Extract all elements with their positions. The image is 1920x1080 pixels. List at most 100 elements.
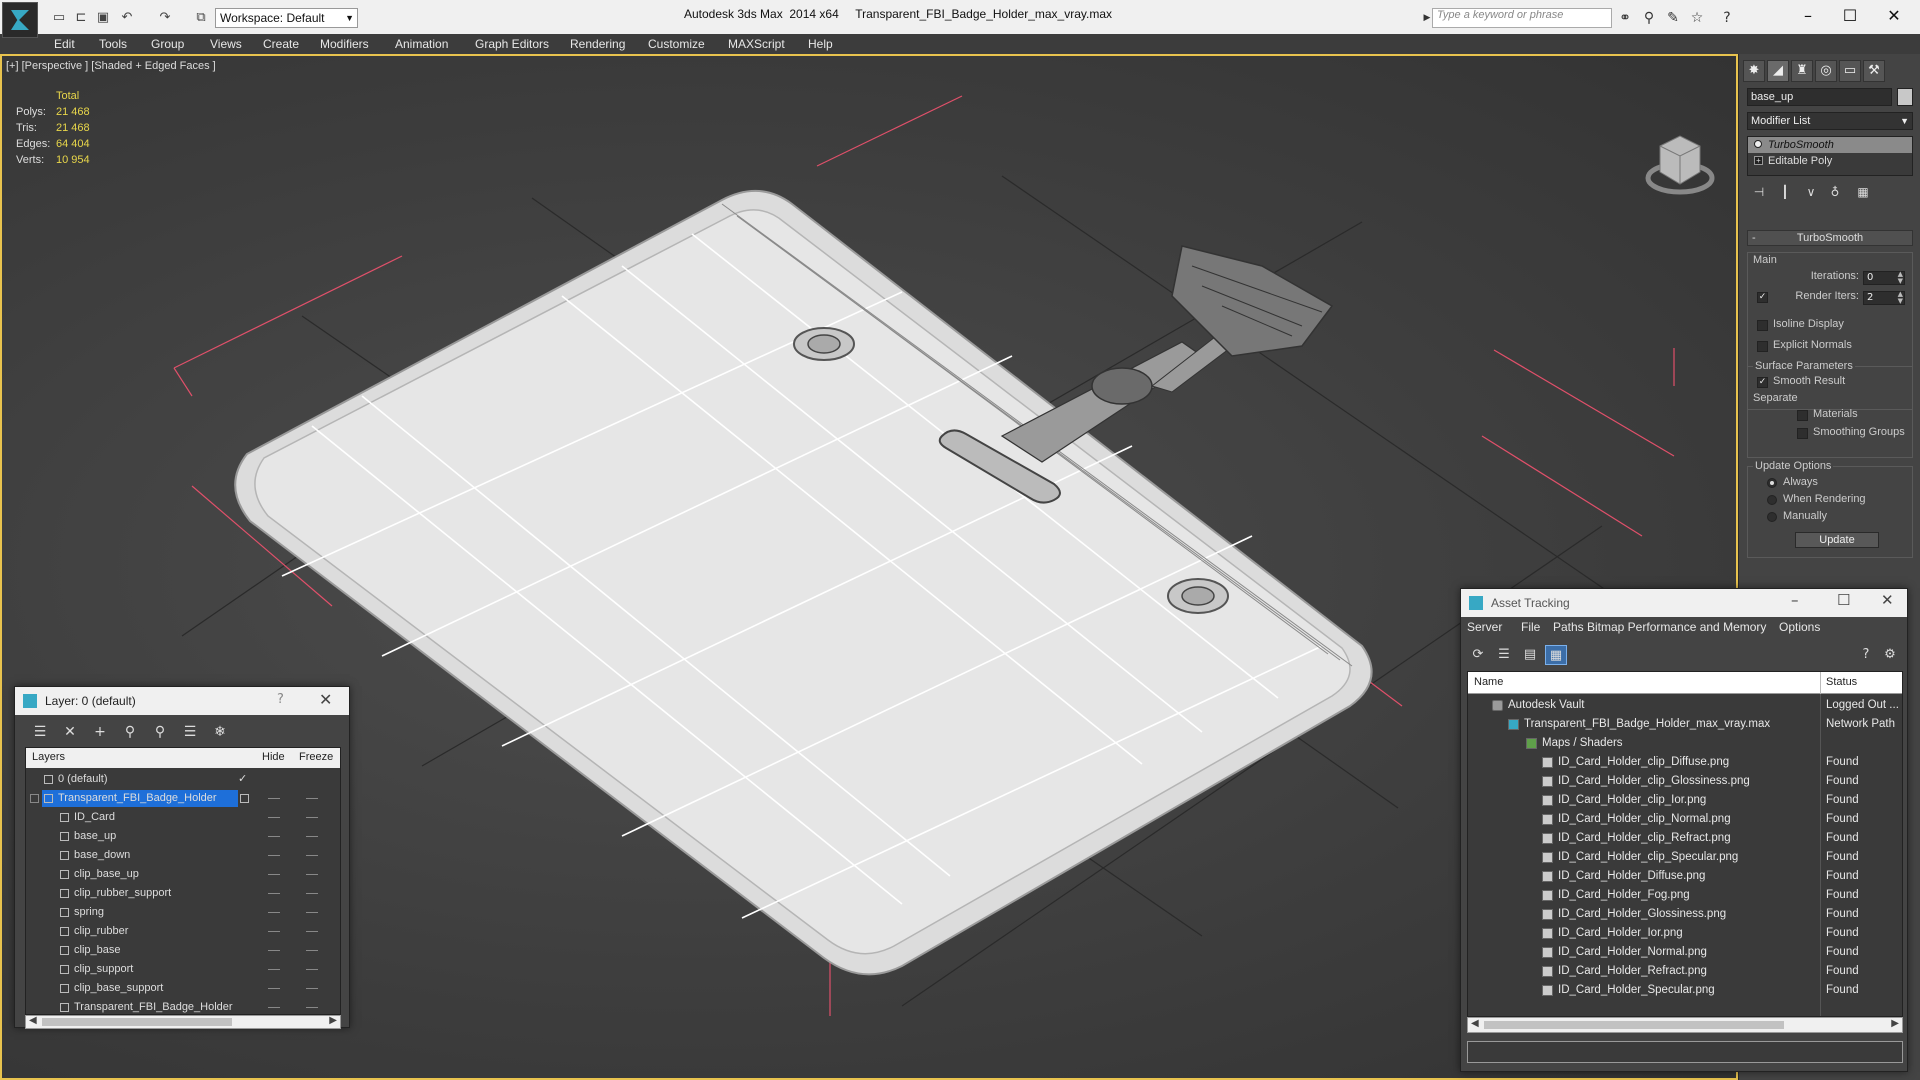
hide-toggle[interactable] [268,893,280,894]
freeze-toggle[interactable] [306,817,318,818]
asset-row[interactable]: ID_Card_Holder_Refract.png Found [1468,962,1902,981]
update-manually-radio[interactable] [1767,512,1777,522]
asset-row[interactable]: ID_Card_Holder_clip_Diffuse.png Found [1468,753,1902,772]
settings-icon[interactable]: ⚙ [1879,645,1901,665]
modifier-list-dropdown[interactable]: Modifier List ▼ [1747,112,1913,130]
make-unique-icon[interactable]: ∨ [1801,182,1821,202]
freeze-toggle[interactable] [306,950,318,951]
binoculars-icon[interactable]: ⚭ [1616,9,1634,27]
minimize-button[interactable]: – [1788,4,1828,28]
render-iters-checkbox[interactable]: ✓ [1757,292,1768,303]
col-hide[interactable]: Hide [262,751,285,763]
asset-horizontal-scrollbar[interactable]: ◀ ▶ [1467,1017,1903,1033]
help-icon[interactable]: ? [1855,645,1877,665]
asset-row[interactable]: Transparent_FBI_Badge_Holder_max_vray.ma… [1468,715,1902,734]
app-logo-icon[interactable] [2,2,38,38]
display-tab-icon[interactable]: ▭ [1839,60,1861,82]
asset-row[interactable]: ID_Card_Holder_clip_Normal.png Found [1468,810,1902,829]
asset-row[interactable]: ID_Card_Holder_Diffuse.png Found [1468,867,1902,886]
freeze-toggle[interactable] [306,1007,318,1008]
search-input[interactable]: Type a keyword or phrase [1432,8,1612,28]
menu-help[interactable]: Help [808,34,833,54]
spinner-arrows-icon[interactable]: ▲ ▼ [1898,291,1903,305]
freeze-toggle[interactable] [306,893,318,894]
hide-toggle[interactable] [268,836,280,837]
update-always-radio[interactable] [1767,478,1777,488]
close-icon[interactable]: ✕ [319,690,332,709]
hide-toggle[interactable] [268,817,280,818]
layer-row[interactable]: clip_base_support [26,979,340,998]
scroll-left-icon[interactable]: ◀ [1471,1018,1479,1029]
menu-file[interactable]: File [1521,620,1540,634]
layer-row[interactable]: clip_rubber_support [26,884,340,903]
spinner-arrows-icon[interactable]: ▲ ▼ [1898,271,1903,285]
asset-tracking-titlebar[interactable]: Asset Tracking – ☐ ✕ [1461,589,1907,617]
menu-views[interactable]: Views [210,34,242,54]
lightbulb-icon[interactable] [1754,140,1762,148]
hide-all-icon[interactable]: ☰ [179,721,201,743]
current-layer-check-icon[interactable]: ✓ [238,770,247,789]
layer-row[interactable]: ID_Card [26,808,340,827]
menu-modifiers[interactable]: Modifiers [320,34,369,54]
asset-row[interactable]: ID_Card_Holder_clip_Specular.png Found [1468,848,1902,867]
object-name-field[interactable]: base_up [1747,88,1892,106]
hide-toggle[interactable] [268,988,280,989]
col-freeze[interactable]: Freeze [299,751,333,763]
highlight-layer-icon[interactable]: ⚲ [149,721,171,743]
show-end-result-icon[interactable]: ┃ [1775,182,1795,202]
pin-stack-icon[interactable]: ⊣ [1749,182,1769,202]
detail-view-icon[interactable]: ▤ [1519,645,1541,665]
freeze-toggle[interactable] [306,874,318,875]
menu-edit[interactable]: Edit [54,34,75,54]
col-name[interactable]: Name [1474,676,1503,688]
layer-row[interactable]: clip_base_up [26,865,340,884]
hide-toggle[interactable] [268,950,280,951]
menu-bitmap-performance[interactable]: Bitmap Performance and Memory [1587,620,1766,634]
help-icon[interactable]: ? [277,692,284,707]
menu-options[interactable]: Options [1779,620,1820,634]
layer-row[interactable]: clip_base [26,941,340,960]
object-color-swatch[interactable] [1897,88,1913,106]
motion-tab-icon[interactable]: ◎ [1815,60,1837,82]
menu-graph-editors[interactable]: Graph Editors [475,34,549,54]
menu-server[interactable]: Server [1467,620,1502,634]
utilities-tab-icon[interactable]: ⚒ [1863,60,1885,82]
asset-status-field[interactable] [1467,1041,1903,1063]
close-icon[interactable]: ✕ [1881,591,1894,609]
refresh-icon[interactable]: ⟳ [1467,645,1489,665]
delete-layer-icon[interactable]: ✕ [59,721,81,743]
explicit-normals-checkbox[interactable] [1757,341,1768,352]
asset-row[interactable]: ID_Card_Holder_Specular.png Found [1468,981,1902,1000]
separate-smoothing-groups-checkbox[interactable] [1797,428,1808,439]
asset-row[interactable]: ID_Card_Holder_clip_Refract.png Found [1468,829,1902,848]
menu-maxscript[interactable]: MAXScript [728,34,785,54]
layer-row[interactable]: clip_support [26,960,340,979]
menu-group[interactable]: Group [151,34,184,54]
workspace-select[interactable]: Workspace: Default ▼ [215,8,358,28]
col-layers[interactable]: Layers [32,751,65,763]
menu-customize[interactable]: Customize [648,34,705,54]
new-file-icon[interactable]: ▭ [50,9,68,27]
freeze-toggle[interactable] [306,855,318,856]
turbosmooth-rollout-header[interactable]: - TurboSmooth [1747,230,1913,246]
create-tab-icon[interactable]: ✸ [1743,60,1765,82]
minimize-icon[interactable]: – [1791,591,1799,609]
freeze-toggle[interactable] [306,798,318,799]
menu-rendering[interactable]: Rendering [570,34,625,54]
stack-item-editable-poly[interactable]: + Editable Poly [1748,153,1912,169]
layer-row[interactable]: 0 (default) ✓ [26,770,340,789]
freeze-toggle[interactable] [306,836,318,837]
maximize-icon[interactable]: ☐ [1837,591,1850,609]
maximize-button[interactable]: ☐ [1830,4,1870,28]
scroll-left-icon[interactable]: ◀ [29,1015,37,1026]
col-status[interactable]: Status [1826,676,1857,688]
asset-row[interactable]: ID_Card_Holder_Glossiness.png Found [1468,905,1902,924]
hide-toggle[interactable] [268,931,280,932]
scroll-right-icon[interactable]: ▶ [329,1015,337,1026]
asset-row[interactable]: ID_Card_Holder_clip_Ior.png Found [1468,791,1902,810]
select-objects-icon[interactable]: ⚲ [119,721,141,743]
viewport-label[interactable]: [+] [Perspective ] [Shaded + Edged Faces… [6,60,216,72]
scroll-thumb[interactable] [42,1018,232,1026]
close-button[interactable]: ✕ [1874,4,1914,28]
modify-tab-icon[interactable]: ◢ [1767,60,1789,82]
